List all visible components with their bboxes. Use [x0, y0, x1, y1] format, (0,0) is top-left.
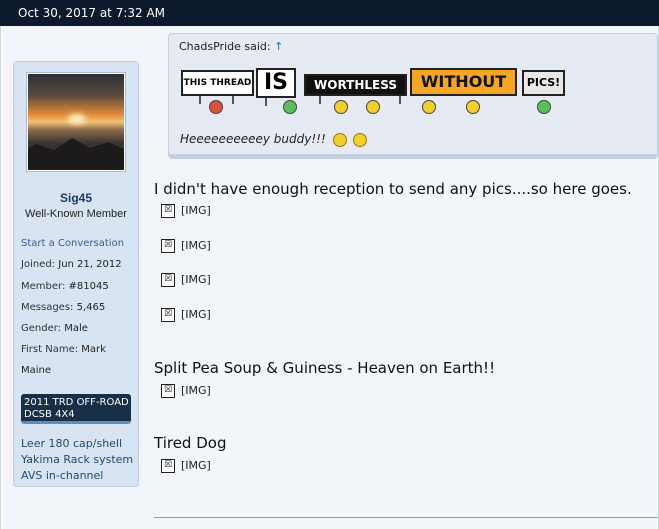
grin-emoji-icon: [332, 132, 347, 147]
extra-item: Yakima Rack system: [21, 453, 134, 466]
user-extras: Leer 180 cap/shell Yakima Rack system AV…: [21, 436, 133, 484]
start-conversation-link[interactable]: Start a Conversation: [21, 238, 124, 249]
smiley-icon: [366, 100, 380, 114]
sign-worthless: WORTHLESS: [304, 74, 407, 96]
sign-pics: PICS!: [522, 70, 565, 96]
image-placeholder[interactable]: ☒ [IMG]: [161, 204, 211, 218]
first-name-field: First Name: Mark: [21, 344, 106, 355]
broken-image-icon: ☒: [161, 459, 175, 473]
image-placeholder[interactable]: ☒ [IMG]: [161, 384, 211, 398]
quote-block: ChadsPride said: ↑ THIS THREAD IS WORTHL…: [168, 33, 658, 159]
post-message-line: Tired Dog: [154, 434, 227, 452]
gender-field: Gender: Male: [21, 323, 88, 334]
messages-field: Messages: 5,465: [21, 302, 106, 313]
user-title: Well-Known Member: [25, 208, 127, 220]
broken-image-icon: ☒: [161, 384, 175, 398]
jump-to-quote-arrow-icon[interactable]: ↑: [274, 40, 283, 53]
post-date-bar: Oct 30, 2017 at 7:32 AM: [0, 0, 659, 26]
member-field: Member: #81045: [21, 281, 109, 292]
broken-image-icon: ☒: [161, 273, 175, 287]
post-frame: Sig45 Well-Known Member Start a Conversa…: [0, 26, 659, 529]
quote-attribution: ChadsPride said: ↑: [179, 40, 284, 53]
image-placeholder[interactable]: ☒ [IMG]: [161, 459, 211, 473]
avatar-image[interactable]: [28, 74, 124, 170]
quote-text: Heeeeeeeeeey buddy!!!: [180, 132, 368, 147]
post-message-line: Split Pea Soup & Guiness - Heaven on Ear…: [154, 359, 496, 377]
smiley-icon: [466, 100, 480, 114]
sign-without: WITHOUT: [410, 68, 517, 96]
joined-field: Joined: Jun 21, 2012: [21, 259, 122, 270]
sign-this-thread: THIS THREAD: [181, 70, 254, 96]
location-field: Maine: [21, 365, 52, 376]
extra-item: Leer 180 cap/shell: [21, 437, 123, 450]
extra-item: AVS in-channel: [21, 469, 104, 482]
username[interactable]: Sig45: [14, 191, 138, 205]
image-placeholder[interactable]: ☒ [IMG]: [161, 273, 211, 287]
smiley-icon: [209, 100, 223, 114]
smiley-icon: [283, 100, 297, 114]
signature-divider: [154, 517, 658, 518]
grin-emoji-icon: [353, 132, 368, 147]
image-placeholder[interactable]: ☒ [IMG]: [161, 239, 211, 253]
post-timestamp: Oct 30, 2017 at 7:32 AM: [18, 6, 166, 20]
image-placeholder[interactable]: ☒ [IMG]: [161, 308, 211, 322]
broken-image-icon: ☒: [161, 308, 175, 322]
smiley-icon: [334, 100, 348, 114]
smiley-icon: [422, 100, 436, 114]
sign-is: IS: [256, 68, 296, 98]
smiley-icon: [537, 100, 551, 114]
broken-image-icon: ☒: [161, 239, 175, 253]
post-message-line: I didn't have enough reception to send a…: [154, 180, 632, 198]
broken-image-icon: ☒: [161, 204, 175, 218]
user-panel: Sig45 Well-Known Member Start a Conversa…: [13, 61, 139, 487]
truck-badge: 2011 TRD OFF-ROAD DCSB 4X4: [21, 394, 131, 424]
avatar[interactable]: [26, 72, 126, 172]
